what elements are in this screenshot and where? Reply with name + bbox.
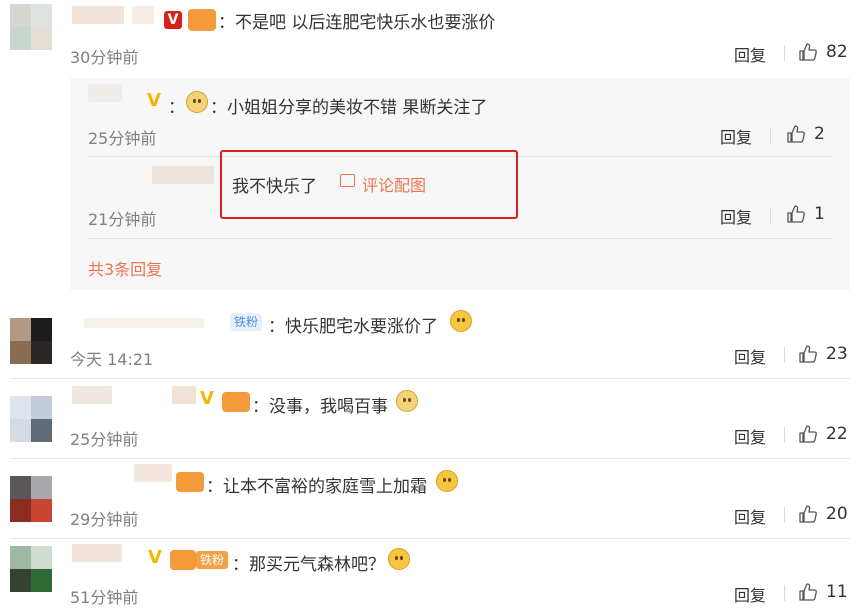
like-count: 20 bbox=[826, 504, 848, 524]
like-button[interactable]: 82 bbox=[798, 41, 848, 63]
reply-text: ：小姐姐分享的美妆不错 果断关注了 bbox=[210, 98, 488, 118]
username-blurred[interactable] bbox=[152, 166, 214, 184]
username-blurred[interactable] bbox=[88, 84, 122, 102]
like-button[interactable]: 23 bbox=[798, 343, 848, 365]
reply-button[interactable]: 回复 bbox=[734, 504, 766, 528]
like-button[interactable]: 11 bbox=[798, 581, 848, 603]
like-count: 22 bbox=[826, 424, 848, 444]
thumbs-up-icon bbox=[799, 345, 817, 363]
like-count: 1 bbox=[814, 204, 825, 224]
comment-time: 今天 14:21 bbox=[70, 350, 154, 369]
divider bbox=[784, 347, 785, 363]
like-count: 2 bbox=[814, 124, 825, 144]
thumbs-up-icon bbox=[799, 505, 817, 523]
comment-text: ：让本不富裕的家庭雪上加霜 bbox=[206, 477, 427, 497]
avatar[interactable] bbox=[10, 546, 52, 592]
thumbs-up-icon bbox=[799, 583, 817, 601]
divider bbox=[88, 238, 832, 239]
divider bbox=[770, 207, 771, 223]
like-count: 11 bbox=[826, 582, 848, 602]
grin-emoji-icon bbox=[388, 548, 410, 570]
username-blurred[interactable] bbox=[134, 464, 172, 482]
avatar[interactable] bbox=[10, 318, 52, 364]
verified-badge: V bbox=[148, 547, 162, 568]
level-medal-icon bbox=[222, 392, 250, 412]
thumbs-up-icon bbox=[787, 125, 805, 143]
divider bbox=[784, 427, 785, 443]
reply-button[interactable]: 回复 bbox=[734, 582, 766, 606]
comment-time: 51分钟前 bbox=[70, 588, 139, 607]
comment-text: ：那买元气森林吧？ bbox=[232, 555, 385, 575]
like-button[interactable]: 20 bbox=[798, 503, 848, 525]
username-blurred[interactable] bbox=[72, 386, 112, 404]
level-medal-icon bbox=[170, 550, 196, 570]
divider bbox=[770, 127, 771, 143]
comment-text: ：不是吧 以后连肥宅快乐水也要涨价 bbox=[218, 13, 496, 33]
doge-emoji-icon bbox=[396, 390, 418, 412]
username-blurred[interactable] bbox=[72, 544, 122, 562]
username-blurred[interactable] bbox=[84, 318, 204, 328]
verified-badge: V bbox=[147, 90, 161, 111]
level-medal-icon bbox=[188, 9, 216, 31]
username-blurred[interactable] bbox=[132, 6, 154, 24]
username-blurred[interactable] bbox=[172, 386, 196, 404]
verified-badge: V bbox=[164, 11, 182, 29]
avatar[interactable] bbox=[10, 396, 52, 442]
more-replies-link[interactable]: 共3条回复 bbox=[88, 256, 162, 280]
fan-badge: 铁粉 bbox=[230, 313, 263, 331]
reply-button[interactable]: 回复 bbox=[734, 344, 766, 368]
comment-time: 30分钟前 bbox=[70, 48, 139, 67]
like-count: 82 bbox=[826, 42, 848, 62]
highlight-box bbox=[220, 150, 518, 219]
username-blurred[interactable] bbox=[72, 6, 124, 24]
like-button[interactable]: 22 bbox=[798, 423, 848, 445]
divider bbox=[784, 507, 785, 523]
emoji-icon bbox=[436, 470, 458, 492]
like-button[interactable]: 1 bbox=[786, 203, 825, 225]
thumbs-up-icon bbox=[799, 425, 817, 443]
reply-time: 25分钟前 bbox=[88, 129, 157, 148]
level-medal-icon bbox=[176, 472, 204, 492]
divider bbox=[784, 585, 785, 601]
comment-time: 25分钟前 bbox=[70, 430, 139, 449]
like-button[interactable]: 2 bbox=[786, 123, 825, 145]
comment-text: ：快乐肥宅水要涨价了 bbox=[268, 317, 438, 337]
divider bbox=[10, 538, 850, 539]
avatar[interactable] bbox=[10, 4, 52, 50]
reply-button[interactable]: 回复 bbox=[734, 42, 766, 66]
reply-button[interactable]: 回复 bbox=[720, 124, 752, 148]
fan-badge: 铁粉 bbox=[196, 551, 229, 569]
divider bbox=[10, 458, 850, 459]
avatar[interactable] bbox=[10, 476, 52, 522]
thumbs-up-icon bbox=[787, 205, 805, 223]
comment-text: ：没事，我喝百事 bbox=[252, 397, 388, 417]
reply-button[interactable]: 回复 bbox=[734, 424, 766, 448]
reply-button[interactable]: 回复 bbox=[720, 204, 752, 228]
emoji-icon bbox=[450, 310, 472, 332]
thumbs-up-icon bbox=[799, 43, 817, 61]
divider bbox=[10, 378, 850, 379]
like-count: 23 bbox=[826, 344, 848, 364]
verified-badge: V bbox=[200, 388, 214, 409]
reply-time: 21分钟前 bbox=[88, 210, 157, 229]
divider bbox=[784, 45, 785, 61]
comment-time: 29分钟前 bbox=[70, 510, 139, 529]
